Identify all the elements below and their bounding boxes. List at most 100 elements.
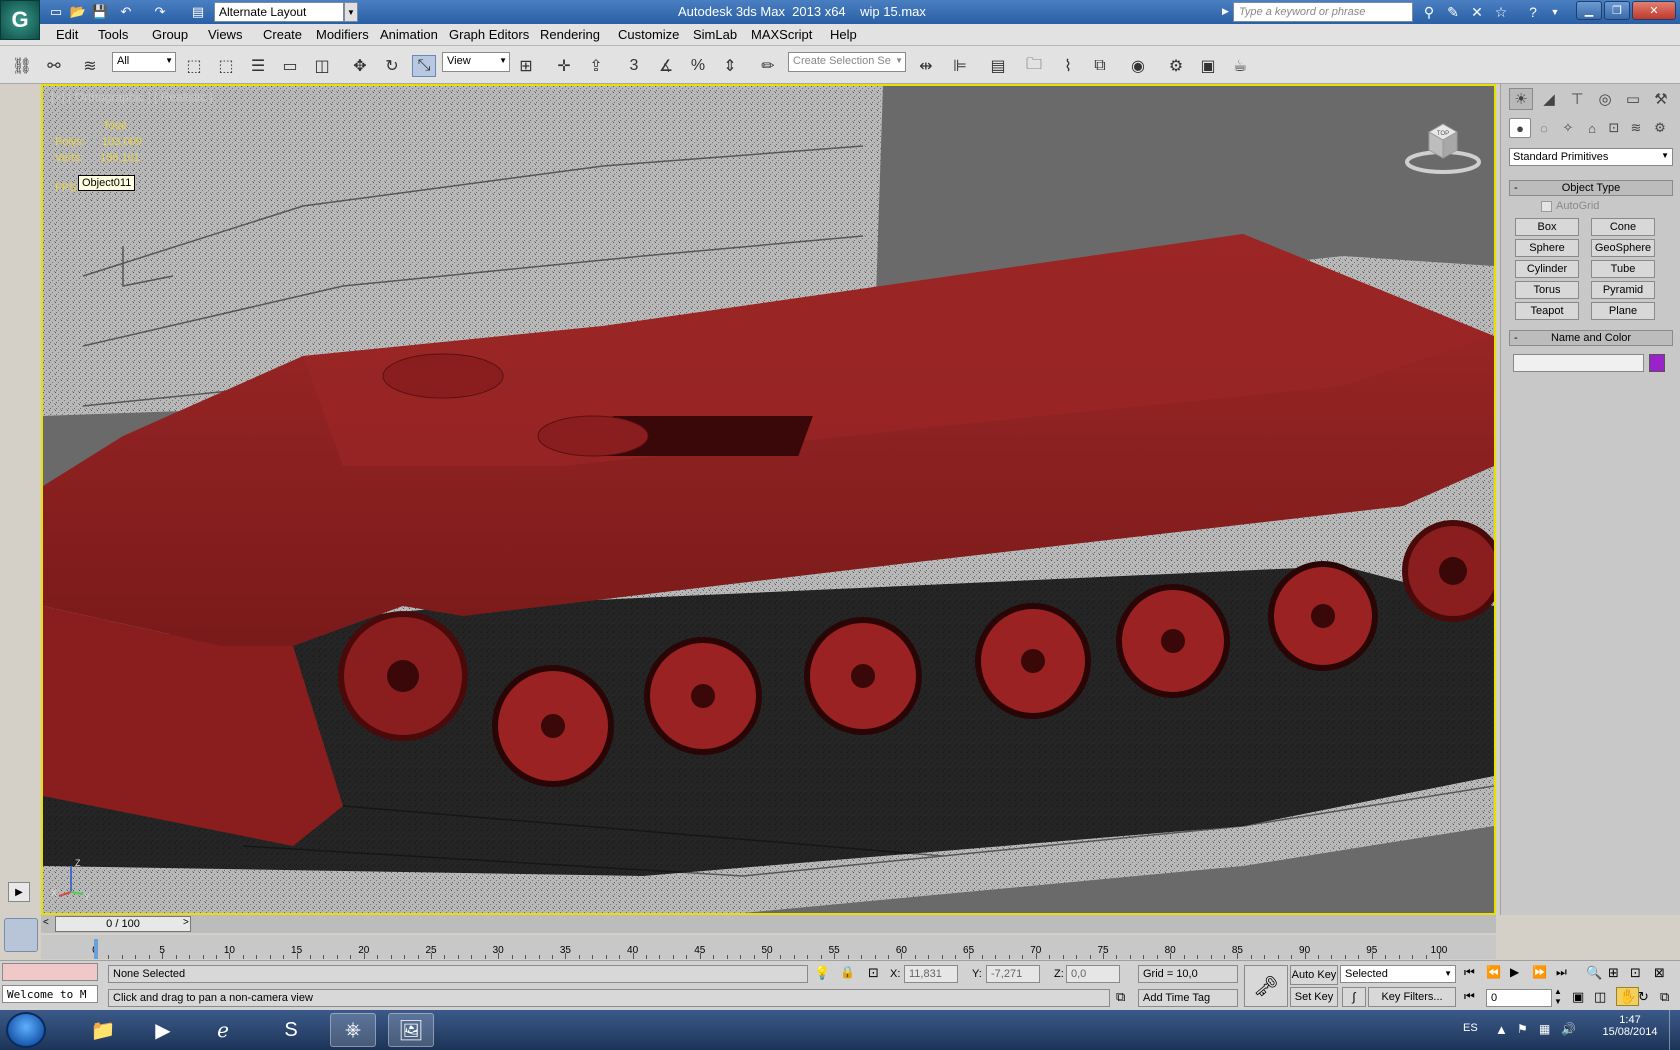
primitive-category-dropdown[interactable]: Standard Primitives ▼ [1509, 148, 1673, 166]
viewcube[interactable]: TOP [1405, 118, 1481, 177]
communication-icon[interactable]: ✕ [1466, 2, 1488, 22]
render-production-icon[interactable]: ☕ [1228, 55, 1252, 77]
x-coordinate-input[interactable]: 11,831 [904, 965, 958, 983]
key-filters-button[interactable]: Key Filters... [1368, 987, 1456, 1007]
select-manipulate-icon[interactable]: ✛ [552, 55, 576, 77]
menu-create[interactable]: Create [263, 27, 302, 42]
current-frame-input[interactable]: 0 [1486, 989, 1552, 1007]
zoom-region-icon[interactable]: ◫ [1594, 989, 1606, 1005]
volume-icon[interactable]: 🔊 [1561, 1022, 1576, 1036]
align-icon[interactable]: ⊫ [948, 55, 972, 77]
menu-modifiers[interactable]: Modifiers [316, 27, 369, 42]
y-coordinate-input[interactable]: -7,271 [986, 965, 1040, 983]
cylinder-button[interactable]: Cylinder [1515, 260, 1579, 278]
scene-explorer-icon[interactable]: 🗀 [1022, 55, 1046, 77]
binoculars-icon[interactable]: ⚲ [1418, 2, 1440, 22]
play-icon[interactable]: ▶ [1510, 965, 1519, 979]
minimize-button[interactable]: ▁ [1576, 1, 1602, 20]
zoom-extents-all-icon[interactable]: ⊠ [1654, 965, 1665, 981]
sphere-button[interactable]: Sphere [1515, 239, 1579, 257]
helpers-icon[interactable]: ⊡ [1603, 118, 1625, 138]
explorer-icon[interactable]: 📁 [80, 1013, 126, 1047]
menu-rendering[interactable]: Rendering [540, 27, 600, 42]
z-coordinate-input[interactable]: 0,0 [1066, 965, 1120, 983]
shapes-icon[interactable]: ◌ [1533, 118, 1555, 138]
torus-button[interactable]: Torus [1515, 281, 1579, 299]
time-tag-icon[interactable]: ⧉ [1116, 989, 1125, 1005]
menu-group[interactable]: Group [152, 27, 188, 42]
geometry-icon[interactable]: ● [1509, 118, 1531, 138]
go-to-end-icon[interactable]: ⏭ [1556, 965, 1567, 980]
search-input[interactable]: Type a keyword or phrase [1233, 2, 1413, 22]
cameras-icon[interactable]: ⌂ [1581, 118, 1603, 138]
maximize-viewport-icon[interactable]: ⧉ [1660, 989, 1669, 1005]
move-icon[interactable]: ✥ [348, 55, 372, 77]
internet-explorer-icon[interactable]: ℯ [200, 1013, 246, 1047]
plane-button[interactable]: Plane [1591, 302, 1655, 320]
time-slider[interactable]: < 0 / 100 > [41, 915, 1496, 933]
named-selection-dropdown[interactable]: Create Selection Se ▼ [788, 52, 906, 72]
create-tab-icon[interactable]: ☀ [1509, 88, 1533, 110]
orbit-icon[interactable]: ↻ [1638, 989, 1649, 1005]
network-icon[interactable]: ▦ [1539, 1022, 1550, 1036]
curve-editor-icon[interactable]: ⌇ [1056, 55, 1080, 77]
menu-edit[interactable]: Edit [56, 27, 78, 42]
save-file-icon[interactable]: 💾 [90, 2, 110, 22]
name-and-color-rollout[interactable]: - Name and Color [1509, 330, 1673, 346]
systems-icon[interactable]: ⚙ [1649, 118, 1671, 138]
maxscript-listener-pink[interactable] [2, 963, 98, 981]
favorites-star-icon[interactable]: ☆ [1490, 2, 1512, 22]
autogrid-checkbox[interactable]: AutoGrid [1541, 200, 1599, 212]
angle-snap-icon[interactable]: ∡ [654, 55, 678, 77]
tube-button[interactable]: Tube [1591, 260, 1655, 278]
current-time-marker[interactable] [94, 939, 98, 959]
zoom-all-icon[interactable]: ⊞ [1608, 965, 1619, 981]
material-editor-icon[interactable]: ◉ [1126, 55, 1150, 77]
chevron-down-icon[interactable]: ▼ [344, 2, 358, 22]
menu-customize[interactable]: Customize [618, 27, 679, 42]
rendered-frame-window-icon[interactable]: ▣ [1196, 55, 1220, 77]
select-by-name-icon[interactable]: ⬚ [214, 55, 238, 77]
track-bar[interactable]: 0510152025303540455055606570758085909510… [41, 935, 1496, 959]
layer-manager-icon[interactable]: ▤ [986, 55, 1010, 77]
3ds-max-taskbar-icon[interactable]: ⎈ [330, 1013, 376, 1047]
language-indicator[interactable]: ES [1463, 1022, 1478, 1034]
absolute-transform-icon[interactable]: ⊡ [868, 965, 879, 981]
key-mode-dropdown[interactable]: Selected ▼ [1340, 965, 1456, 983]
go-to-start-icon[interactable]: ⏮ [1464, 965, 1475, 980]
box-button[interactable]: Box [1515, 218, 1579, 236]
action-center-icon[interactable]: ⚑ [1517, 1022, 1528, 1036]
unlink-icon[interactable]: ⚯ [42, 55, 66, 77]
mini-listener-panel[interactable] [4, 918, 38, 952]
previous-frame-icon[interactable]: ⏪ [1486, 965, 1501, 979]
set-key-icon[interactable]: 🗝 [1244, 965, 1288, 1007]
selection-lock-icon[interactable]: 🔒 [840, 965, 855, 979]
menu-maxscript[interactable]: MAXScript [751, 27, 812, 42]
open-file-icon[interactable]: 📂 [68, 2, 88, 22]
maxscript-mini-listener[interactable]: Welcome to M [2, 985, 98, 1003]
motion-tab-icon[interactable]: ◎ [1593, 88, 1617, 110]
bind-space-warp-icon[interactable]: ≋ [78, 55, 102, 77]
tray-expand-icon[interactable]: ▲ [1495, 1022, 1508, 1037]
workspace-dropdown[interactable]: Alternate Layout [214, 2, 344, 22]
app-logo[interactable]: G [0, 0, 40, 40]
start-button[interactable] [6, 1012, 46, 1048]
utilities-tab-icon[interactable]: ⚒ [1649, 88, 1673, 110]
time-slider-thumb[interactable]: 0 / 100 [55, 916, 191, 932]
menu-graph-editors[interactable]: Graph Editors [449, 27, 529, 42]
reference-coordinate-dropdown[interactable]: View ▼ [442, 52, 510, 72]
menu-animation[interactable]: Animation [380, 27, 438, 42]
edit-named-selection-icon[interactable]: ✏ [756, 55, 780, 77]
project-folder-icon[interactable]: ▤ [188, 2, 208, 22]
selection-filter-dropdown[interactable]: All ▼ [112, 52, 176, 72]
keyboard-shortcut-override-icon[interactable]: ⇪ [584, 55, 608, 77]
skype-icon[interactable]: S [268, 1013, 314, 1047]
lights-icon[interactable]: ✧ [1557, 118, 1579, 138]
rotate-icon[interactable]: ↻ [380, 55, 404, 77]
subscription-icon[interactable]: ✎ [1442, 2, 1464, 22]
menu-simlab[interactable]: SimLab [693, 27, 737, 42]
undo-icon[interactable]: ↶ [116, 2, 136, 22]
link-icon[interactable]: ⛓ [10, 55, 34, 77]
key-mode-toggle-icon[interactable]: ⏮ [1464, 989, 1475, 1004]
teapot-button[interactable]: Teapot [1515, 302, 1579, 320]
